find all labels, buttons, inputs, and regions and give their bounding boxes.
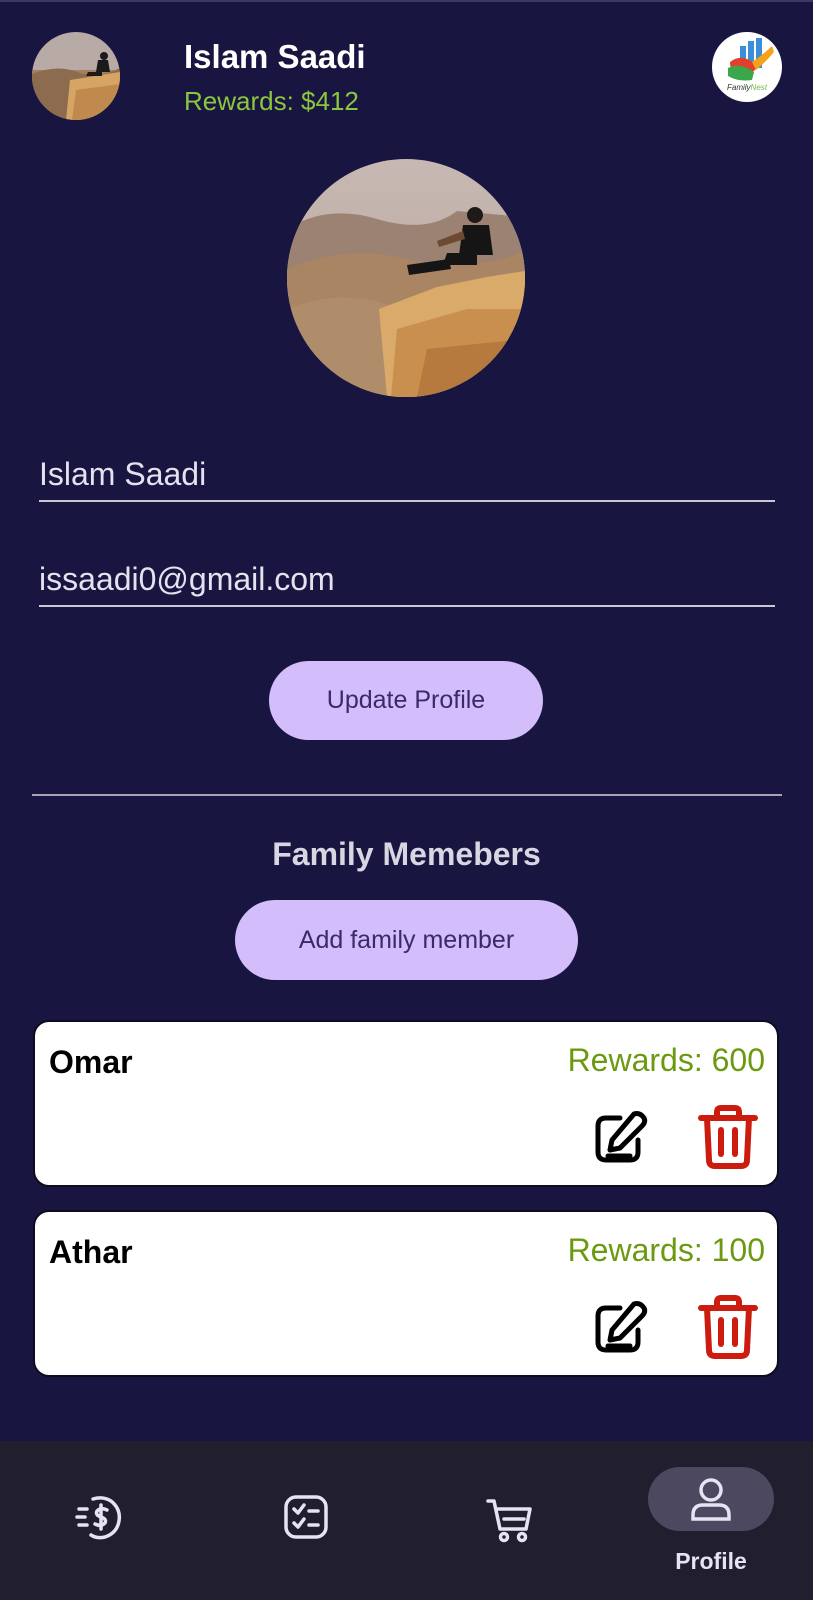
- app-logo: FamilyNest: [712, 32, 782, 102]
- profile-photo[interactable]: [287, 159, 525, 397]
- money-icon: [75, 1493, 123, 1541]
- profile-icon: [687, 1475, 735, 1523]
- bottom-navigation: [0, 1441, 813, 1600]
- nav-label-profile[interactable]: Profile: [613, 1548, 809, 1575]
- trash-icon[interactable]: [695, 1294, 761, 1360]
- trash-icon[interactable]: [695, 1104, 761, 1170]
- edit-icon[interactable]: [590, 1108, 650, 1168]
- member-name: Omar: [49, 1044, 133, 1080]
- member-card: Athar Rewards: 100: [33, 1210, 779, 1377]
- header-avatar[interactable]: [32, 32, 120, 120]
- update-profile-button[interactable]: Update Profile: [269, 661, 543, 740]
- nav-item-money[interactable]: [0, 1441, 200, 1600]
- name-field[interactable]: [39, 448, 775, 502]
- edit-icon[interactable]: [590, 1298, 650, 1358]
- svg-text:FamilyNest: FamilyNest: [727, 83, 768, 92]
- member-rewards: Rewards: 100: [567, 1232, 765, 1268]
- cart-icon: [486, 1497, 534, 1545]
- member-card: Omar Rewards: 600: [33, 1020, 779, 1187]
- add-family-member-button[interactable]: Add family member: [235, 900, 578, 980]
- member-rewards: Rewards: 600: [567, 1042, 765, 1078]
- email-field[interactable]: [39, 553, 775, 607]
- tasks-icon: [282, 1493, 330, 1541]
- section-divider: [32, 794, 782, 796]
- family-members-title: Family Memebers: [272, 836, 541, 872]
- nav-item-profile[interactable]: [609, 1441, 809, 1600]
- header-rewards: Rewards: $412: [184, 86, 359, 116]
- top-border: [0, 0, 813, 2]
- header-user-name: Islam Saadi: [184, 38, 366, 75]
- nav-item-cart[interactable]: [406, 1441, 606, 1600]
- nav-item-tasks[interactable]: [203, 1441, 403, 1600]
- member-name: Athar: [49, 1234, 133, 1270]
